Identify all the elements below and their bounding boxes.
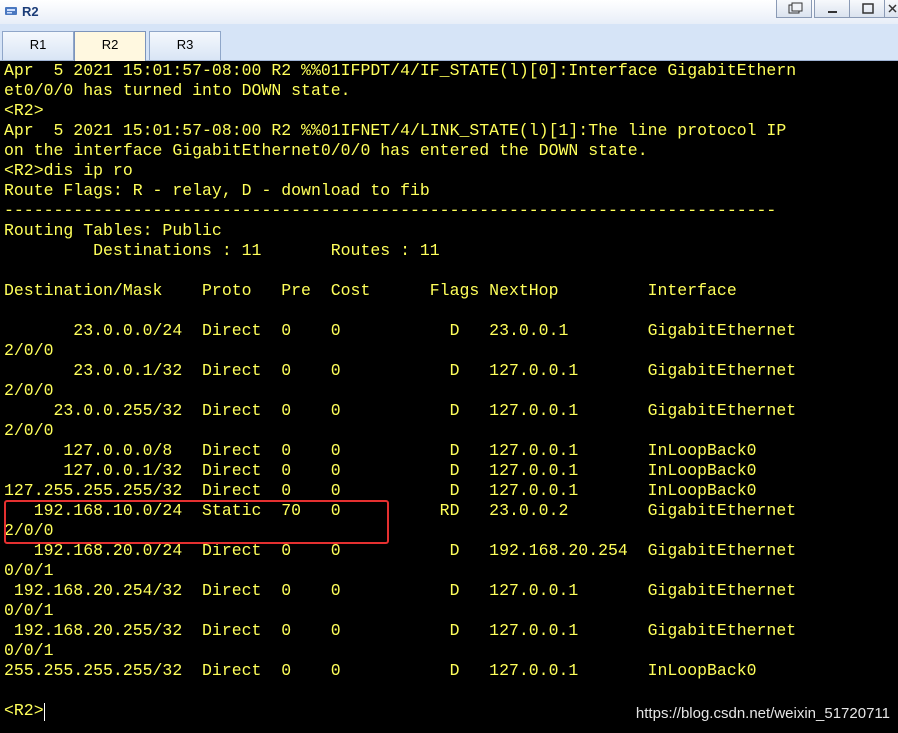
restore-icon — [788, 2, 803, 14]
close-button[interactable] — [884, 0, 898, 18]
terminal-output: Apr 5 2021 15:01:57-08:00 R2 %%01IFPDT/4… — [4, 61, 797, 720]
maximize-icon — [862, 3, 874, 14]
static-route-highlight-box — [4, 500, 389, 544]
watermark: https://blog.csdn.net/weixin_51720711 — [635, 705, 890, 722]
text-cursor — [44, 703, 45, 721]
title-bar: R2 — [0, 0, 898, 24]
restore-button[interactable] — [776, 0, 812, 18]
tab-r2[interactable]: R2 — [74, 31, 146, 61]
maximize-button[interactable] — [849, 0, 885, 18]
window-title: R2 — [22, 4, 39, 19]
minimize-icon — [828, 11, 837, 13]
app-icon — [4, 4, 18, 18]
minimize-button[interactable] — [814, 0, 850, 18]
tab-r3[interactable]: R3 — [149, 31, 221, 60]
tab-r1[interactable]: R1 — [2, 31, 74, 60]
terminal-console[interactable]: Apr 5 2021 15:01:57-08:00 R2 %%01IFPDT/4… — [0, 61, 898, 733]
tab-bar: R1 R2 R3 — [0, 24, 898, 61]
close-icon — [888, 4, 897, 13]
